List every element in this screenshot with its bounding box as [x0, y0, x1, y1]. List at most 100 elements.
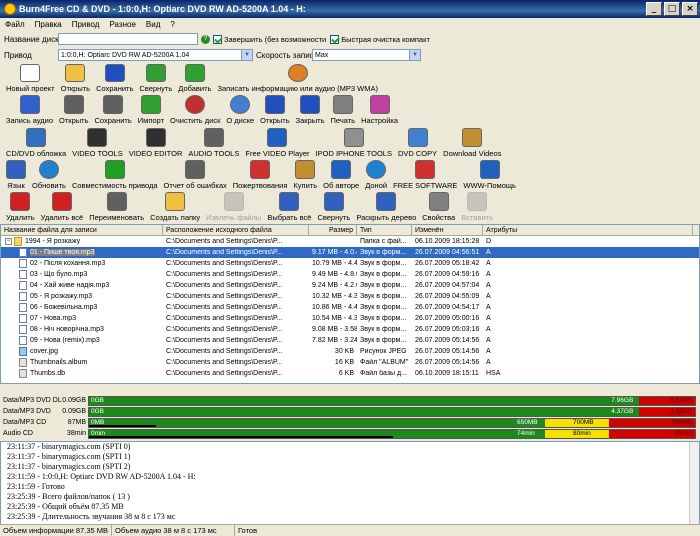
check-button[interactable]: Совместимость привода	[69, 160, 161, 190]
erase-disc-button[interactable]: Очистить диск	[167, 95, 223, 125]
cell-attr: A	[486, 337, 491, 344]
menu-misc[interactable]: Разное	[104, 20, 140, 29]
toolbar-label: Закрыть	[295, 116, 325, 125]
cell-path: C:\Documents and Settings\Denis\Р...	[166, 293, 283, 300]
erase-disc-icon	[185, 95, 206, 114]
table-row[interactable]: cover.jpg C:\Documents and Settings\Denis…	[1, 346, 699, 357]
floppy-button[interactable]: Сохранить	[93, 64, 136, 93]
printer-button[interactable]: Печать	[328, 95, 359, 125]
file-grid[interactable]: Название файла для записи Расположение и…	[0, 224, 700, 384]
paste-button[interactable]: Вставить	[458, 192, 496, 222]
download-button[interactable]: Download Videos	[440, 128, 504, 158]
import-button[interactable]: Импорт	[135, 95, 167, 125]
quick-erase-checkbox[interactable]: Быстрая очистка компакт	[330, 34, 430, 44]
delete-all-button[interactable]: Удалить всё	[38, 192, 87, 222]
new-folder-button[interactable]: Создать папку	[147, 192, 203, 222]
drive-dropdown-icon[interactable]: ▼	[242, 49, 253, 61]
film-edit-button[interactable]: VIDEO EDITOR	[126, 128, 186, 158]
col-path[interactable]: Расположение исходного файла	[163, 225, 309, 235]
player-button[interactable]: Free VIDEO Player	[242, 128, 312, 158]
finalize-checkbox[interactable]: Завершить (без возможности	[213, 34, 326, 44]
table-row[interactable]: 09 - Нова (remix).mp3 C:\Documents and Se…	[1, 335, 699, 346]
table-row[interactable]: Thumbs.db C:\Documents and Settings\Denis…	[1, 368, 699, 379]
music-note-button[interactable]: Запись аудио	[3, 95, 56, 125]
menu-file[interactable]: Файл	[0, 20, 30, 29]
web-help-button[interactable]: WWW-Помощь	[460, 160, 519, 190]
speed-dropdown-icon[interactable]: ▼	[410, 49, 421, 61]
add-button[interactable]: Добавить	[175, 64, 214, 93]
capacity-bar: 0GB 7.96GB 8.53GB	[88, 395, 696, 406]
table-row[interactable]: Thumbnails.album C:\Documents and Setting…	[1, 357, 699, 368]
table-row[interactable]: 05 - Я розкажу.mp3 C:\Documents and Setti…	[1, 291, 699, 302]
ipod-button[interactable]: IPOD IPHONE TOOLS	[313, 128, 395, 158]
cover-button[interactable]: CD/DVD обложка	[3, 128, 69, 158]
dvd-copy-button[interactable]: DVD COPY	[395, 128, 440, 158]
table-row[interactable]: 02 - Після кохання.mp3 C:\Documents and S…	[1, 258, 699, 269]
table-row[interactable]: 03 - Що було.mp3 C:\Documents and Setting…	[1, 269, 699, 280]
bug-button[interactable]: Отчет об ошибках	[161, 160, 230, 190]
audio-tools-button[interactable]: AUDIO TOOLS	[185, 128, 242, 158]
settings-button[interactable]: Настройка	[358, 95, 401, 125]
globe-button[interactable]: Обновить	[29, 160, 69, 190]
new-page-button[interactable]: Новый проект	[3, 64, 58, 93]
burn-disc-button[interactable]: Записать информацию или аудио (MP3 WMA)	[214, 64, 381, 93]
cell-attr: A	[486, 304, 491, 311]
file-name: 03 - Що було.mp3	[30, 271, 88, 278]
help-button[interactable]: Об авторе	[320, 160, 362, 190]
disc-info-button[interactable]: О диске	[223, 95, 257, 125]
free-button[interactable]: FREE SOFTWARE	[390, 160, 460, 190]
speed-select[interactable]: Max	[312, 49, 410, 61]
col-name[interactable]: Название файла для записи	[1, 225, 163, 235]
table-row[interactable]: 08 - Ніч новорічна.mp3 C:\Documents and S…	[1, 324, 699, 335]
table-row[interactable]: 04 - Хай живе надія.mp3 C:\Documents and …	[1, 280, 699, 291]
drive-select[interactable]: 1:0:0,H: Optiarc DVD RW AD-5200A 1.04	[58, 49, 242, 61]
iso-button[interactable]: Открыть	[56, 95, 91, 125]
table-row[interactable]: − 1994 - Я розкажу C:\Documents and Settin…	[1, 236, 699, 247]
donate-button[interactable]: Пожертвования	[230, 160, 291, 190]
menu-edit[interactable]: Правка	[30, 20, 67, 29]
cell-size: 30 KB	[334, 348, 354, 355]
col-modified[interactable]: Изменён	[412, 225, 483, 235]
minimize-button[interactable]: Свернуть	[136, 64, 175, 93]
delete-icon	[10, 192, 31, 211]
cell-name: 06 - Божевільна.mp3	[1, 303, 163, 312]
expand-tree-button[interactable]: Раскрыть дерево	[353, 192, 419, 222]
toolbar-label: Свойства	[422, 213, 456, 222]
table-row[interactable]: 07 - Нова.mp3 C:\Documents and Settings\D…	[1, 313, 699, 324]
menu-view[interactable]: Вид	[141, 20, 165, 29]
select-all-button[interactable]: Выбрать всё	[264, 192, 314, 222]
extract-button[interactable]: Извлечь файлы	[203, 192, 264, 222]
open-folder-button[interactable]: Открыть	[58, 64, 93, 93]
new-page-icon	[20, 64, 41, 82]
collapse-button[interactable]: Свернуть	[314, 192, 353, 222]
home-globe-button[interactable]: Доной	[362, 160, 390, 190]
rename-button[interactable]: Переименовать	[86, 192, 147, 222]
toolbar-label: AUDIO TOOLS	[188, 149, 240, 158]
maximize-button[interactable]: □	[664, 2, 680, 16]
collapse-icon[interactable]: −	[5, 238, 12, 245]
disk-used: 0.09GB	[62, 397, 86, 404]
toolbar-label: Free VIDEO Player	[245, 149, 310, 158]
flag-button[interactable]: Язык	[3, 160, 29, 190]
table-row[interactable]: 01 - Пише твоя.mp3 C:\Documents and Setti…	[1, 247, 699, 258]
help-icon[interactable]: ?	[201, 34, 210, 44]
log-scrollbar[interactable]	[689, 442, 699, 536]
log-line: 23:11:37 - binarymagics.com (SPTI 1)	[7, 452, 131, 461]
capacity-free: 74min	[517, 429, 535, 437]
properties-button[interactable]: Свойства	[419, 192, 458, 222]
close-tray-button[interactable]: Закрыть	[293, 95, 328, 125]
eject-button[interactable]: Открыть	[257, 95, 292, 125]
col-attr[interactable]: Атрибуты	[483, 225, 693, 235]
film-button[interactable]: VIDEO TOOLS	[69, 128, 126, 158]
delete-button[interactable]: Удалить	[3, 192, 38, 222]
col-type[interactable]: Тип	[357, 225, 412, 235]
col-size[interactable]: Размер	[309, 225, 357, 235]
cart-button[interactable]: Купить	[290, 160, 320, 190]
menu-drive[interactable]: Привод	[67, 20, 105, 29]
menu-help[interactable]: ?	[165, 20, 179, 29]
disk-name-input[interactable]	[58, 33, 198, 45]
minimize-button[interactable]: _	[646, 2, 662, 16]
close-button[interactable]: ×	[682, 2, 698, 16]
table-row[interactable]: 06 - Божевільна.mp3 C:\Documents and Sett…	[1, 302, 699, 313]
iso-save-button[interactable]: Сохранить	[92, 95, 135, 125]
